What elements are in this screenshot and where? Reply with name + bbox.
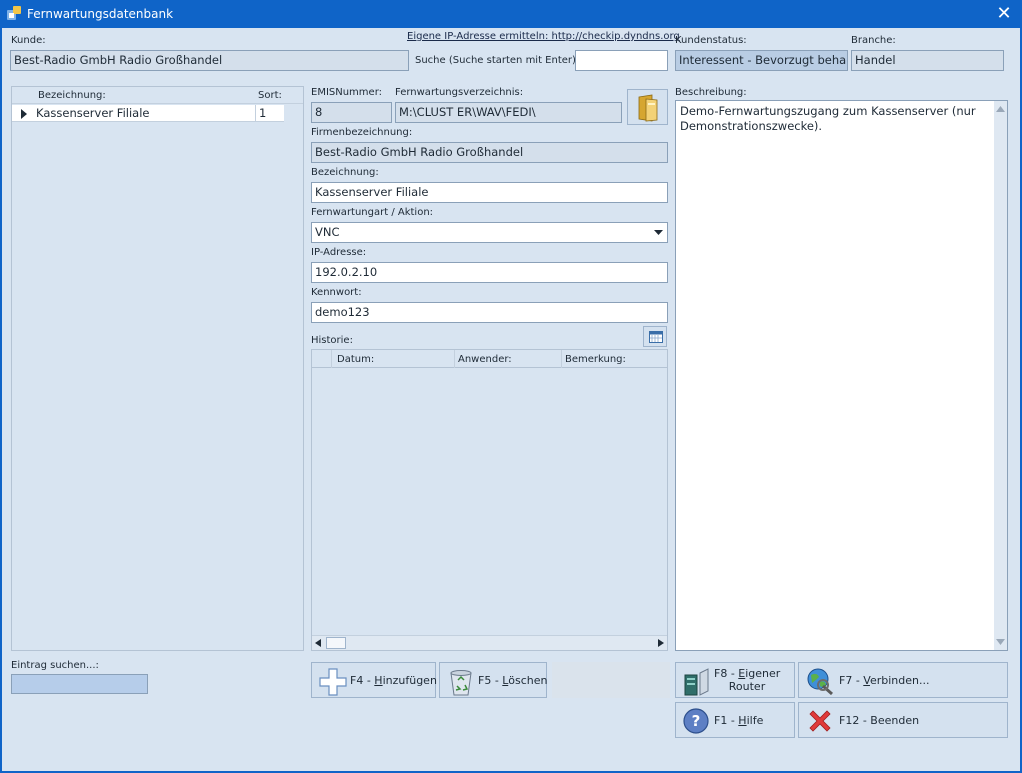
scroll-left-icon[interactable] xyxy=(315,639,321,647)
company-label: Firmenbezeichnung: xyxy=(311,127,413,138)
scroll-right-icon[interactable] xyxy=(658,639,664,647)
row-name-cell: Kassenserver Filiale xyxy=(36,106,150,120)
add-button[interactable]: F4 - Hinzufügen xyxy=(311,662,437,698)
app-window: Fernwartungsdatenbank ✕ Kunde: Best-Radi… xyxy=(0,0,1022,773)
router-icon xyxy=(684,668,709,696)
entry-search-label: Eintrag suchen...: xyxy=(11,660,99,671)
plus-icon xyxy=(319,668,347,696)
branch-field[interactable]: Handel xyxy=(851,50,1004,71)
description-textarea[interactable]: Demo-Fernwartungszugang zum Kassenserver… xyxy=(675,100,1008,651)
close-icon: ✕ xyxy=(996,3,1012,24)
delete-button-label: F5 - Löschen xyxy=(478,674,548,687)
entry-list[interactable]: Bezeichnung: Sort: Kassenserver Filiale … xyxy=(11,86,304,651)
description-label: Beschreibung: xyxy=(675,87,747,98)
ip-check-link[interactable]: Eigene IP-Adresse ermitteln: http://chec… xyxy=(407,31,680,42)
description-vscrollbar[interactable] xyxy=(994,101,1007,650)
column-header-date[interactable]: Datum: xyxy=(337,354,374,365)
folder-icon xyxy=(638,94,658,122)
cell-divider xyxy=(561,350,562,368)
column-header-user[interactable]: Anwender: xyxy=(458,354,512,365)
history-grid[interactable]: Datum: Anwender: Bemerkung: xyxy=(311,349,668,651)
entry-search-input[interactable] xyxy=(11,674,148,694)
cell-divider xyxy=(454,350,455,368)
type-select-value: VNC xyxy=(315,225,340,239)
ip-field[interactable]: 192.0.2.10 xyxy=(311,262,668,283)
help-button-label: F1 - Hilfe xyxy=(714,714,764,727)
search-label: Suche (Suche starten mit Enter): xyxy=(415,55,580,66)
entry-list-header: Bezeichnung: Sort: xyxy=(12,87,303,104)
history-hscrollbar[interactable] xyxy=(312,635,667,650)
emis-label: EMISNummer: xyxy=(311,87,383,98)
dir-label: Fernwartungsverzeichnis: xyxy=(395,87,524,98)
close-x-icon xyxy=(809,710,831,732)
row-selector-icon xyxy=(21,109,27,119)
type-select[interactable]: VNC xyxy=(311,222,668,243)
connect-button[interactable]: F7 - Verbinden... xyxy=(798,662,1008,698)
help-button[interactable]: ? F1 - Hilfe xyxy=(675,702,795,738)
branch-label: Branche: xyxy=(851,35,896,46)
history-label: Historie: xyxy=(311,335,353,346)
column-header-name[interactable]: Bezeichnung: xyxy=(38,90,106,101)
title-bar: Fernwartungsdatenbank ✕ xyxy=(0,0,1022,28)
app-icon xyxy=(7,6,21,20)
status-label: Kundenstatus: xyxy=(675,35,747,46)
description-text: Demo-Fernwartungszugang zum Kassenserver… xyxy=(680,104,976,133)
dir-field[interactable]: M:\CLUST ER\WAV\FEDI\ xyxy=(395,102,622,123)
chevron-down-icon[interactable] xyxy=(654,230,663,236)
customer-field[interactable]: Best-Radio GmbH Radio Großhandel xyxy=(10,50,409,71)
company-field[interactable]: Best-Radio GmbH Radio Großhandel xyxy=(311,142,668,163)
password-label: Kennwort: xyxy=(311,287,362,298)
scroll-up-icon[interactable] xyxy=(996,106,1005,112)
connect-button-label: F7 - Verbinden... xyxy=(839,674,930,687)
help-icon: ? xyxy=(683,708,709,734)
column-header-sort[interactable]: Sort: xyxy=(258,90,282,101)
name-label: Bezeichnung: xyxy=(311,167,379,178)
own-router-button-label: F8 - Eigener Router xyxy=(714,667,781,693)
history-calendar-button[interactable] xyxy=(643,326,667,347)
recycle-bin-icon xyxy=(450,670,472,696)
row-sort-cell: 1 xyxy=(259,106,267,120)
ip-label: IP-Adresse: xyxy=(311,247,367,258)
emis-field[interactable]: 8 xyxy=(311,102,392,123)
history-grid-header: Datum: Anwender: Bemerkung: xyxy=(312,350,667,368)
blurred-placeholder xyxy=(552,662,670,698)
cell-divider xyxy=(255,105,256,122)
calendar-icon xyxy=(649,331,663,343)
own-router-button[interactable]: F8 - Eigener Router xyxy=(675,662,795,698)
column-header-remark[interactable]: Bemerkung: xyxy=(565,354,626,365)
type-label: Fernwartungart / Aktion: xyxy=(311,207,434,218)
status-field[interactable]: Interessent - Bevorzugt behandeln xyxy=(675,50,848,71)
password-field[interactable]: demo123 xyxy=(311,302,668,323)
customer-label: Kunde: xyxy=(11,35,46,46)
add-button-label: F4 - Hinzufügen xyxy=(350,674,437,687)
cell-divider xyxy=(331,350,332,368)
main-panel: Kunde: Best-Radio GmbH Radio Großhandel … xyxy=(2,28,1020,771)
svg-text:?: ? xyxy=(692,712,701,730)
scroll-down-icon[interactable] xyxy=(996,639,1005,645)
name-field[interactable]: Kassenserver Filiale xyxy=(311,182,668,203)
delete-button[interactable]: F5 - Löschen xyxy=(439,662,547,698)
search-input[interactable] xyxy=(575,50,668,71)
quit-button[interactable]: F12 - Beenden xyxy=(798,702,1008,738)
quit-button-label: F12 - Beenden xyxy=(839,714,920,727)
window-title: Fernwartungsdatenbank xyxy=(27,7,174,21)
close-button[interactable]: ✕ xyxy=(986,0,1022,28)
scroll-thumb[interactable] xyxy=(326,637,346,649)
globe-connect-icon xyxy=(807,668,833,696)
open-folder-button[interactable] xyxy=(627,89,668,125)
table-row[interactable]: Kassenserver Filiale 1 xyxy=(12,105,284,122)
